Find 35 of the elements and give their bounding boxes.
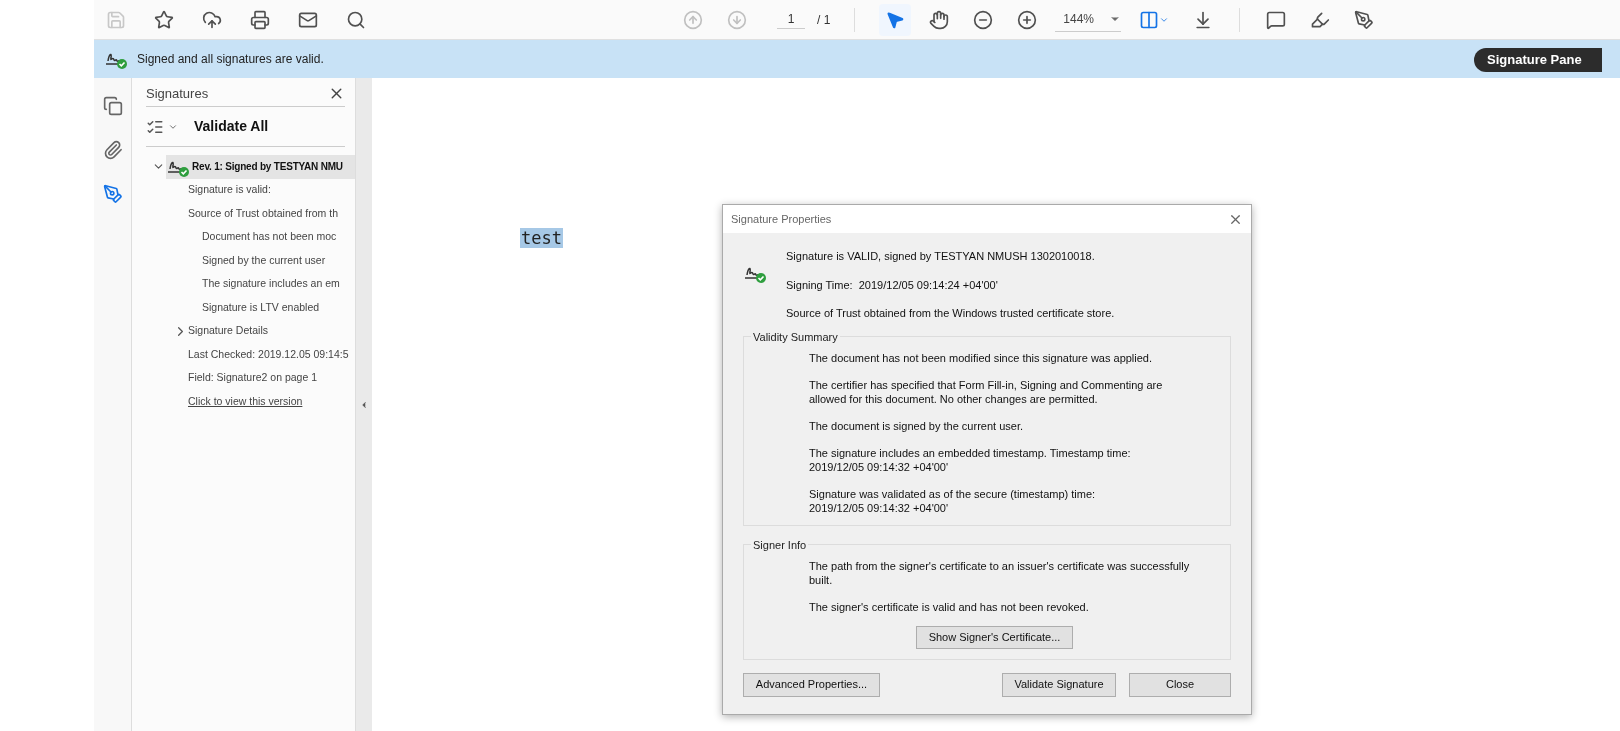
page-total: / 1 — [817, 11, 831, 29]
banner-message: Signed and all signatures are valid. — [137, 51, 324, 68]
tree-item: Signature Details — [188, 323, 268, 339]
summary-text: The signer's certificate is valid and has not been revoked. — [809, 599, 1090, 614]
dialog-title: Signature Properties — [731, 211, 832, 227]
tree-item: Last Checked: 2019.12.05 09:14:5 — [188, 346, 349, 362]
panel-title: Signatures — [146, 84, 209, 103]
summary-text: The certifier has specified that Form Fill-in, Signing and Commenting are allowed for this document. No other changes are permitted. — [809, 377, 1164, 406]
collapse-panel-icon[interactable] — [359, 399, 369, 410]
zoom-level-dropdown[interactable]: 144% — [1055, 7, 1122, 32]
view-version-link[interactable]: Click to view this version — [188, 393, 303, 410]
tree-item: Signature is LTV enabled — [202, 299, 320, 315]
pointer-tool-icon[interactable] — [879, 3, 912, 36]
tree-item: Source of Trust obtained from th — [188, 205, 338, 221]
signature-status-text: Signing Time: 2019/12/05 09:14:24 +04'00' — [786, 277, 999, 293]
summary-text: The path from the signer's certificate to an issuer's certificate was successfully built. — [809, 558, 1191, 587]
dialog-button[interactable]: Close — [1129, 672, 1231, 697]
dialog-button[interactable]: Validate Signature — [1002, 672, 1116, 697]
show-certificate-button[interactable]: Show Signer's Certificate... — [915, 625, 1074, 649]
tree-item: Field: Signature2 on page 1 — [188, 370, 317, 386]
document-text: test — [520, 228, 563, 248]
summary-text: The signature includes an embedded timestamp. Timestamp time: 2019/12/05 09:14:32 +04'00' — [809, 445, 1132, 474]
signature-status-text: Signature is VALID, signed by TESTYAN NMUSH 1302010018. — [786, 249, 1096, 264]
tree-item: Document has not been moc — [202, 229, 337, 245]
summary-text: Signature was validated as of the secure (timestamp) time: 2019/12/05 09:14:32 +04'00' — [809, 486, 1097, 515]
tree-item: Signature is valid: — [188, 182, 271, 198]
summary-text: The document has not been modified since this signature was applied. — [809, 350, 1154, 365]
signature-panel-button[interactable]: Signature Pane — [1474, 48, 1602, 72]
dialog-button[interactable]: Advanced Properties... — [743, 672, 880, 697]
tree-item: Signed by the current user — [202, 252, 326, 268]
page-number-field[interactable]: 1 — [777, 10, 805, 29]
tree-item: The signature includes an em — [202, 276, 340, 292]
validate-all-button[interactable]: Validate All — [194, 116, 269, 137]
summary-text: The document is signed by the current user. — [809, 418, 1024, 433]
signature-status-text: Source of Trust obtained from the Windows trusted certificate store. — [786, 306, 1115, 321]
